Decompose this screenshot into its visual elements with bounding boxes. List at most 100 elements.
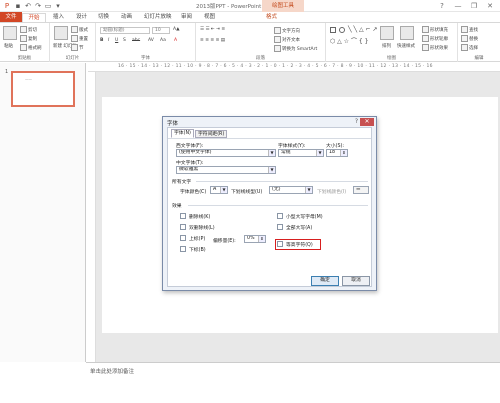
copy-button[interactable]: 复制 [20,35,37,42]
latin-font-select[interactable]: (使用中文字体) ▼ [176,149,276,157]
title-bar: P ▪ ↶ ↷ ▭ ▾ 2013版PPT - PowerPoint 绘图工具 ?… [0,0,500,12]
small-caps-checkbox[interactable] [277,213,283,219]
font-color-icon[interactable]: A [174,38,177,43]
effects-divider [188,205,368,206]
oval-shape-icon[interactable] [339,27,345,33]
close-icon[interactable]: ✕ [360,118,374,126]
start-slideshow-icon[interactable]: ▭ [44,2,52,10]
bold-icon[interactable]: B [100,38,103,43]
font-name-input[interactable]: 幼圆(标题) [100,27,150,34]
tab-animations[interactable]: 动画 [121,13,132,22]
change-case-icon[interactable]: Aa [160,38,166,43]
cut-button[interactable]: 剪切 [20,26,37,33]
search-icon [461,26,468,33]
undo-icon[interactable]: ↶ [24,2,32,10]
font-size-input[interactable]: 10 [152,27,170,34]
bullets-icon[interactable]: ☰ ☰ ⇤ ⇥ ≡ [200,27,225,32]
grow-font-icon[interactable]: A▲ [173,27,180,32]
tab-review[interactable]: 审阅 [181,13,192,22]
font-dialog: 字体 ? ✕ 字体(N) 字符间距(R) 西文字体(F): (使用中文字体) ▼ … [162,116,377,291]
tab-view[interactable]: 视图 [204,13,215,22]
layout-button[interactable]: 版式 [71,26,88,33]
ok-button[interactable]: 确定 [311,276,339,286]
shape-effects-button[interactable]: 形状效果 [422,44,448,51]
cursor-icon [461,44,468,51]
tab-slideshow[interactable]: 幻灯片放映 [144,13,172,22]
spinner-icon: ⬍ [340,150,347,156]
latin-font-label: 西文字体(F): [176,144,204,149]
all-caps-checkbox[interactable] [277,224,283,230]
help-icon[interactable]: ? [355,118,358,125]
tab-transitions[interactable]: 切换 [98,13,109,22]
italic-icon[interactable]: I [108,38,109,43]
asian-font-select[interactable]: 微软雅黑 ▼ [176,166,276,174]
effects-icon [422,44,429,51]
new-slide-icon[interactable] [54,26,68,40]
help-icon[interactable]: ? [436,1,448,11]
reset-icon [71,35,78,42]
strikethrough-checkbox[interactable] [180,213,186,219]
underline-style-select[interactable]: (无) ▼ [269,186,313,194]
smartart-button[interactable]: 转换为 SmartArt [274,45,317,52]
superscript-checkbox[interactable] [180,235,186,241]
offset-input[interactable]: 0% ⬍ [244,235,266,243]
paste-button[interactable]: 粘贴 [4,43,13,49]
quick-styles-icon[interactable] [400,26,414,40]
chevron-down-icon: ▼ [220,187,227,193]
slide-number: 1 [5,69,9,75]
section-button[interactable]: 节 [71,44,84,51]
char-spacing-icon[interactable]: AV [148,38,154,43]
paste-icon[interactable] [3,26,17,40]
arrange-button[interactable]: 排列 [382,43,391,49]
font-size-select[interactable]: 18 ⬍ [326,149,348,157]
underline-icon[interactable]: U [115,38,118,43]
tab-insert[interactable]: 插入 [53,13,64,22]
shadow-icon[interactable]: S [123,38,126,43]
font-style-select[interactable]: 常规 ▼ [278,149,324,157]
tab-file[interactable]: 文件 [0,12,22,22]
tab-home[interactable]: 开始 [22,13,46,22]
reset-button[interactable]: 重置 [71,35,88,42]
format-painter-button[interactable]: 格式刷 [20,44,42,51]
slide-thumbnail-pane: 1 —— [0,63,86,362]
quick-styles-button[interactable]: 快速样式 [397,43,415,49]
all-text-divider [196,181,368,182]
underline-color-label: 下划线颜色(I) [317,190,347,195]
cancel-button[interactable]: 取消 [342,276,370,286]
underline-color-picker[interactable]: ▬ [353,186,369,194]
slide-thumbnail[interactable]: —— [11,71,75,107]
find-button[interactable]: 查找 [461,26,478,33]
notes-placeholder: 单击此处添加备注 [90,369,135,375]
notes-pane[interactable]: 单击此处添加备注 [86,362,500,403]
shapes-gallery-icons[interactable]: ⬡ △ ☆ ⌒ { } [330,36,368,45]
offset-label: 偏移量(E): [213,239,236,244]
font-color-picker[interactable]: A ▼ [210,186,228,194]
align-text-button[interactable]: 对齐文本 [274,36,300,43]
select-button[interactable]: 选择 [461,44,478,51]
shape-fill-button[interactable]: 形状填充 [422,26,448,33]
tab-font[interactable]: 字体(N) [171,129,194,138]
group-label-drawing: 绘图 [387,56,396,61]
arrange-icon[interactable] [380,26,394,40]
paint-bucket-icon [422,26,429,33]
tab-character-spacing[interactable]: 字符间距(R) [195,130,228,138]
tab-format[interactable]: 格式 [266,13,277,22]
double-strikethrough-checkbox[interactable] [180,224,186,230]
align-icons[interactable]: ≡ ≡ ≡ ≡ ▤ [200,38,225,43]
shape-outline-button[interactable]: 形状轮廓 [422,35,448,42]
subscript-checkbox[interactable] [180,246,186,252]
restore-button[interactable]: ❐ [468,1,480,11]
smartart-icon [274,45,281,52]
minimize-button[interactable]: — [452,1,464,11]
redo-icon[interactable]: ↷ [34,2,42,10]
customize-toolbar-icon[interactable]: ▾ [54,2,62,10]
small-caps-label: 小型大写字母(M) [286,215,323,220]
close-button[interactable]: ✕ [484,1,496,11]
save-icon[interactable]: ▪ [14,2,22,10]
text-direction-button[interactable]: 文字方向 [274,27,300,34]
rectangle-shape-icon[interactable] [330,27,336,33]
replace-button[interactable]: 替换 [461,35,478,42]
strikethrough-icon[interactable]: abc [132,38,140,43]
tab-design[interactable]: 设计 [76,13,87,22]
line-shape-icon[interactable]: ╲ ╲ △ ⌐ ↗ [348,26,378,33]
